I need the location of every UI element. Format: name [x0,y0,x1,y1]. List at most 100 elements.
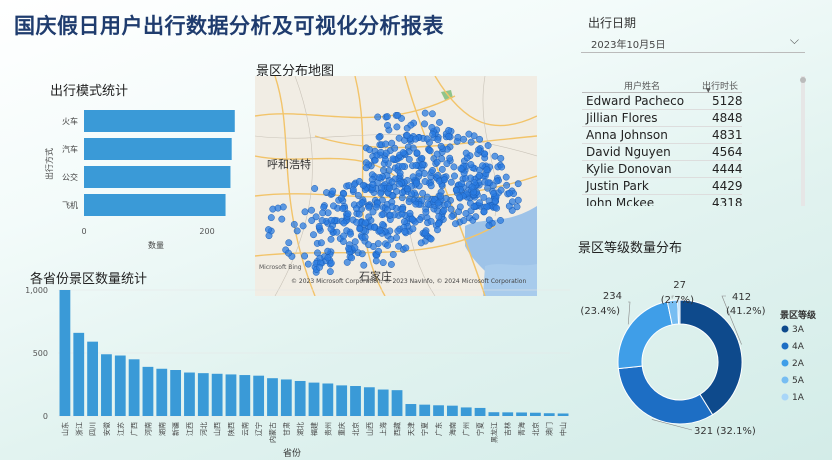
scenic-point[interactable] [416,216,424,224]
table-row[interactable]: Edward Pacheco 5128 [582,93,742,110]
bar[interactable] [502,412,514,416]
scenic-point[interactable] [320,203,328,211]
scenic-point[interactable] [329,187,337,195]
bar[interactable] [336,385,348,416]
scenic-point[interactable] [304,260,312,268]
scenic-point[interactable] [435,220,442,228]
scenic-point[interactable] [502,173,510,181]
bar[interactable] [59,290,71,416]
bar[interactable] [308,382,320,416]
scenic-point[interactable] [485,216,493,224]
scenic-point[interactable] [437,142,445,150]
scenic-point[interactable] [458,180,466,188]
scenic-point[interactable] [391,144,399,152]
bar[interactable] [391,390,403,416]
scenic-point[interactable] [396,169,404,177]
scenic-point[interactable] [429,130,437,138]
scenic-point[interactable] [498,163,506,171]
scenic-point[interactable] [409,173,417,181]
scenic-point[interactable] [421,178,429,185]
scenic-point[interactable] [457,165,465,173]
scenic-point[interactable] [265,226,272,234]
table-row[interactable]: John Mckee 4318 [582,195,742,206]
scenic-point[interactable] [452,220,459,228]
scenic-point[interactable] [428,124,436,131]
scenic-point[interactable] [438,165,446,173]
scenic-point[interactable] [412,135,420,143]
scenic-point[interactable] [348,254,356,262]
bar[interactable] [84,110,235,132]
scenic-point[interactable] [394,111,402,119]
scenic-point[interactable] [384,241,392,249]
scenic-point[interactable] [382,140,390,148]
bar[interactable] [84,194,226,216]
scenic-point[interactable] [491,152,499,160]
bar[interactable] [474,407,486,416]
scenic-point[interactable] [308,206,315,214]
scenic-point[interactable] [324,247,332,255]
scenic-point[interactable] [440,206,448,214]
scenic-point[interactable] [345,182,353,190]
bar[interactable] [128,359,140,416]
scenic-point[interactable] [427,217,435,225]
scenic-point[interactable] [505,189,513,197]
scenic-point[interactable] [465,130,473,138]
scenic-point[interactable] [382,149,390,157]
scenic-distribution-map[interactable]: Microsoft Bing © 2023 Microsoft Corporat… [255,76,537,296]
bar[interactable] [211,373,223,416]
bar[interactable] [239,375,251,416]
scenic-point[interactable] [443,160,451,168]
scenic-point[interactable] [339,205,347,212]
scenic-point[interactable] [408,215,416,223]
table-row[interactable]: Kylie Donovan 4444 [582,161,742,178]
scenic-point[interactable] [394,227,402,235]
scenic-point[interactable] [351,238,359,246]
scenic-point[interactable] [484,142,492,149]
scenic-point[interactable] [434,171,442,179]
scenic-point[interactable] [493,204,501,212]
scenic-point[interactable] [493,177,501,185]
scenic-point[interactable] [333,228,341,236]
scenic-point[interactable] [475,172,483,180]
table-row[interactable]: David Nguyen 4564 [582,144,742,161]
scenic-point[interactable] [301,208,309,216]
scenic-point[interactable] [361,233,369,241]
scenic-point[interactable] [467,138,475,146]
scenic-point[interactable] [428,110,436,118]
scenic-point[interactable] [372,257,380,265]
scenic-point[interactable] [427,182,435,190]
scenic-point[interactable] [327,216,335,224]
scenic-point[interactable] [317,239,325,247]
bar[interactable] [460,407,472,416]
scenic-point[interactable] [448,212,456,220]
scenic-point[interactable] [393,123,401,131]
scenic-point[interactable] [299,222,307,230]
scenic-point[interactable] [310,231,317,239]
scenic-point[interactable] [421,229,429,237]
scenic-point[interactable] [319,209,327,217]
bar[interactable] [225,374,237,416]
bar[interactable] [84,166,231,188]
scenic-point[interactable] [403,131,411,139]
scenic-point[interactable] [418,154,426,162]
scenic-point[interactable] [467,161,475,168]
scenic-point[interactable] [347,230,354,238]
scenic-point[interactable] [353,218,361,226]
scenic-point[interactable] [385,184,393,192]
scenic-point[interactable] [476,135,484,143]
bar[interactable] [294,380,306,416]
scenic-point[interactable] [267,214,275,222]
scenic-point[interactable] [483,166,491,174]
scenic-point[interactable] [426,147,434,155]
scenic-point[interactable] [362,164,370,172]
bar[interactable] [101,354,112,416]
scenic-point[interactable] [436,118,443,126]
scenic-point[interactable] [365,241,372,249]
scenic-point[interactable] [445,132,453,140]
scenic-point[interactable] [462,210,470,217]
scenic-point[interactable] [395,242,403,250]
scenic-point[interactable] [440,176,448,184]
scenic-point[interactable] [423,193,431,201]
scenic-point[interactable] [468,183,476,191]
scenic-point[interactable] [470,203,478,211]
